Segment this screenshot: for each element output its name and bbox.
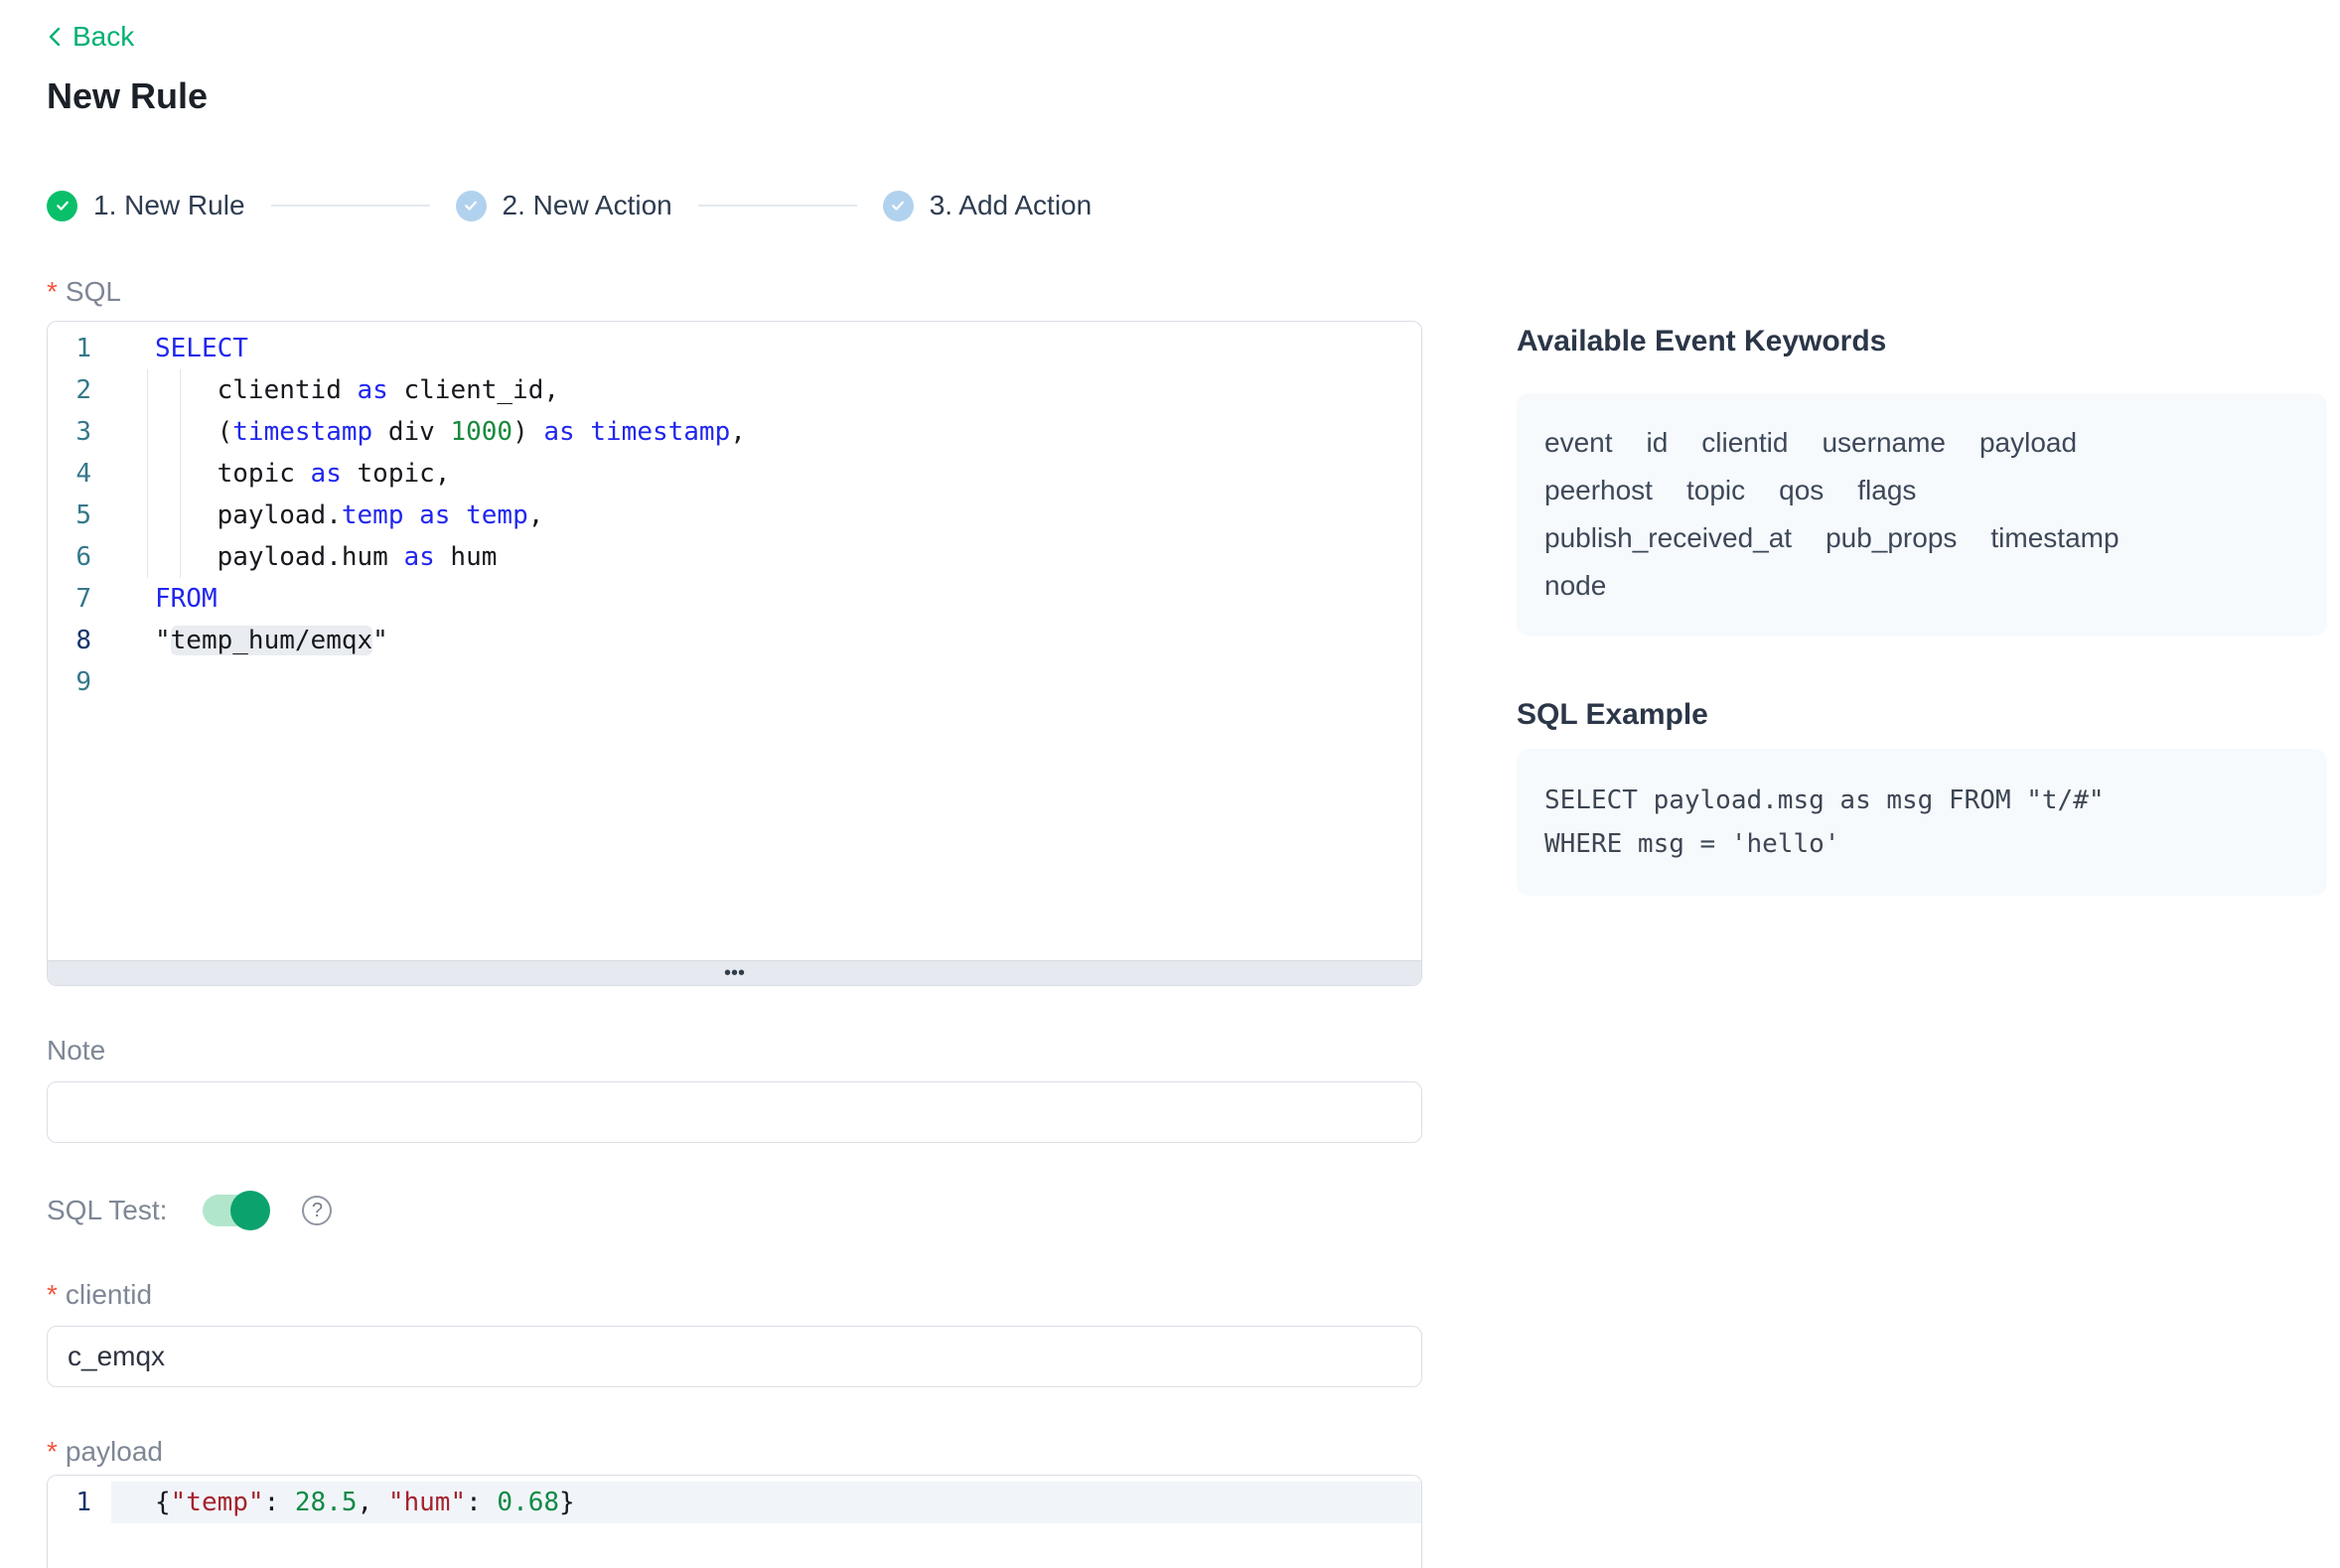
note-field-label: Note: [47, 1036, 1422, 1066]
line-number: 2: [48, 369, 111, 411]
back-label: Back: [73, 22, 134, 52]
line-number: 1: [48, 1482, 111, 1523]
step-2-check-icon: [456, 191, 487, 221]
step-3-check-icon: [883, 191, 914, 221]
clientid-input[interactable]: [47, 1326, 1422, 1387]
event-keyword: payload: [1979, 419, 2077, 467]
payload-code-content[interactable]: 1{"temp": 28.5, "hum": 0.68}: [48, 1476, 1421, 1523]
sql-test-toggle[interactable]: [203, 1195, 266, 1226]
clientid-field-label: *clientid: [47, 1280, 1422, 1310]
page-title: New Rule: [47, 74, 1422, 118]
event-keyword: topic: [1686, 467, 1745, 514]
step-1-label: 1. New Rule: [93, 190, 245, 221]
event-keyword: qos: [1779, 467, 1824, 514]
step-2-new-action[interactable]: 2. New Action: [456, 190, 672, 221]
step-3-label: 3. Add Action: [930, 190, 1092, 221]
payload-field-label: *payload: [47, 1437, 1422, 1467]
event-keyword: peerhost: [1544, 467, 1653, 514]
sql-example-line: WHERE msg = 'hello': [1544, 822, 2299, 866]
editor-resize-handle[interactable]: •••: [48, 960, 1421, 985]
event-keyword: timestamp: [1990, 514, 2119, 562]
code-line[interactable]: 1{"temp": 28.5, "hum": 0.68}: [48, 1482, 1421, 1523]
step-1-new-rule[interactable]: 1. New Rule: [47, 190, 245, 221]
sql-example-box: SELECT payload.msg as msg FROM "t/#"WHER…: [1517, 749, 2327, 896]
sql-test-row: SQL Test: ?: [47, 1191, 1422, 1230]
code-text: SELECT: [111, 328, 1421, 369]
step-1-check-icon: [47, 191, 77, 221]
toggle-knob: [230, 1191, 270, 1230]
payload-code-editor[interactable]: 1{"temp": 28.5, "hum": 0.68}: [47, 1475, 1422, 1568]
event-keyword: publish_received_at: [1544, 514, 1792, 562]
step-connector: [698, 205, 857, 207]
line-number: 7: [48, 578, 111, 620]
keyword-row: publish_received_at pub_props timestamp: [1544, 514, 2299, 562]
code-text: payload.temp as temp,: [111, 495, 1421, 536]
required-asterisk: *: [47, 1279, 58, 1310]
step-3-add-action[interactable]: 3. Add Action: [883, 190, 1092, 221]
step-2-label: 2. New Action: [503, 190, 672, 221]
event-keyword: id: [1647, 419, 1669, 467]
sql-test-label: SQL Test:: [47, 1195, 167, 1226]
code-line[interactable]: 2 clientid as client_id,: [48, 369, 1421, 411]
code-text: {"temp": 28.5, "hum": 0.68}: [111, 1482, 1421, 1523]
line-number: 6: [48, 536, 111, 578]
code-line[interactable]: 8"temp_hum/emqx": [48, 620, 1421, 661]
event-keyword: node: [1544, 562, 1606, 610]
back-link[interactable]: Back: [47, 22, 134, 52]
code-text: [111, 661, 1421, 703]
resize-dots-icon: •••: [724, 962, 745, 985]
sql-code-editor[interactable]: 1SELECT2 clientid as client_id,3 (timest…: [47, 321, 1422, 986]
keywords-title: Available Event Keywords: [1517, 324, 2327, 359]
required-asterisk: *: [47, 1436, 58, 1467]
code-line[interactable]: 5 payload.temp as temp,: [48, 495, 1421, 536]
line-number: 8: [48, 620, 111, 661]
keywords-box: eventid clientid username payload peerhost to…: [1517, 393, 2327, 636]
sql-code-content[interactable]: 1SELECT2 clientid as client_id,3 (timest…: [48, 322, 1421, 703]
step-connector: [271, 205, 430, 207]
line-number: 3: [48, 411, 111, 453]
event-keyword: event: [1544, 419, 1613, 467]
keyword-row: peerhost topic qos flags: [1544, 467, 2299, 514]
line-number: 5: [48, 495, 111, 536]
sql-example-title: SQL Example: [1517, 697, 2327, 733]
code-text: "temp_hum/emqx": [111, 620, 1421, 661]
main-column: Back New Rule 1. New Rule 2. New Action …: [47, 0, 1422, 1568]
help-icon[interactable]: ?: [302, 1196, 332, 1225]
code-line[interactable]: 9: [48, 661, 1421, 703]
code-text: payload.hum as hum: [111, 536, 1421, 578]
keyword-row: eventid clientid username payload: [1544, 419, 2299, 467]
event-keyword: clientid: [1701, 419, 1788, 467]
indent-guide: [147, 369, 148, 578]
stepper: 1. New Rule 2. New Action 3. Add Action: [47, 190, 1422, 221]
help-panel: Available Event Keywords eventid clientid…: [1517, 324, 2327, 896]
required-asterisk: *: [47, 276, 58, 307]
line-number: 4: [48, 453, 111, 495]
sql-example-line: SELECT payload.msg as msg FROM "t/#": [1544, 779, 2299, 822]
code-text: (timestamp div 1000) as timestamp,: [111, 411, 1421, 453]
event-keyword: pub_props: [1826, 514, 1957, 562]
indent-guide: [180, 369, 181, 578]
back-chevron-icon: [47, 26, 63, 48]
code-line[interactable]: 4 topic as topic,: [48, 453, 1421, 495]
event-keyword: username: [1822, 419, 1946, 467]
code-text: clientid as client_id,: [111, 369, 1421, 411]
note-input[interactable]: [47, 1081, 1422, 1143]
code-text: topic as topic,: [111, 453, 1421, 495]
code-line[interactable]: 6 payload.hum as hum: [48, 536, 1421, 578]
line-number: 9: [48, 661, 111, 703]
line-number: 1: [48, 328, 111, 369]
keyword-row: node: [1544, 562, 2299, 610]
code-text: FROM: [111, 578, 1421, 620]
sql-field-label: *SQL: [47, 277, 1422, 307]
code-line[interactable]: 3 (timestamp div 1000) as timestamp,: [48, 411, 1421, 453]
event-keyword: flags: [1857, 467, 1916, 514]
code-line[interactable]: 7FROM: [48, 578, 1421, 620]
code-line[interactable]: 1SELECT: [48, 328, 1421, 369]
